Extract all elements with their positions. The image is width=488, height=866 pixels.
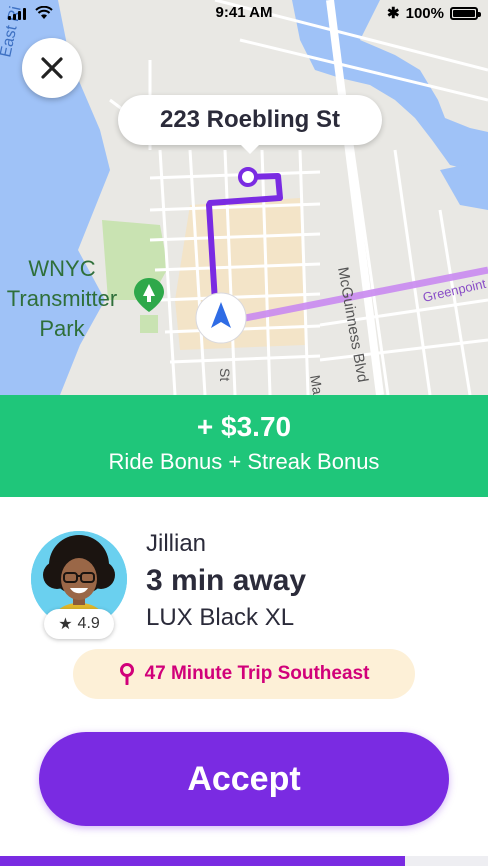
- park-label-line2: Transmitter: [7, 286, 117, 311]
- driver-location-icon: [195, 292, 247, 344]
- destination-marker: [238, 167, 258, 187]
- star-icon: ★: [58, 616, 73, 633]
- bluetooth-icon: ✱: [387, 5, 400, 22]
- rating-badge: ★ 4.9: [44, 609, 114, 639]
- ride-type: LUX Black XL: [146, 604, 295, 631]
- status-bar: 9:41 AM ✱ 100%: [0, 0, 488, 28]
- park-label-line1: WNYC: [28, 256, 95, 281]
- rating-value: 4.9: [77, 615, 100, 632]
- street-label-ma: Ma: [307, 374, 326, 395]
- small-park: [140, 315, 158, 333]
- trip-info-pill: 47 Minute Trip Southeast: [73, 649, 415, 699]
- rider-eta: 3 min away: [146, 564, 307, 597]
- map-pin-icon: [119, 663, 134, 685]
- close-icon: [41, 57, 63, 79]
- bonus-description: Ride Bonus + Streak Bonus: [108, 449, 380, 474]
- bonus-amount: + $3.70: [196, 411, 292, 442]
- battery-icon: [450, 6, 481, 20]
- bonus-banner: + $3.70 Ride Bonus + Streak Bonus: [0, 395, 488, 497]
- street-label-st: St: [217, 368, 233, 381]
- destination-callout: 223 Roebling St: [118, 95, 382, 154]
- park-label-line3: Park: [39, 316, 85, 341]
- accept-button[interactable]: Accept: [39, 732, 449, 826]
- close-button[interactable]: [22, 38, 82, 98]
- trip-info-label: 47 Minute Trip Southeast: [144, 663, 370, 684]
- status-right: ✱ 100%: [387, 4, 481, 22]
- rider-name: Jillian: [146, 530, 207, 557]
- battery-percent: 100%: [405, 4, 444, 22]
- battery-level: [453, 9, 475, 17]
- request-timer-fill: [0, 856, 406, 866]
- request-timer-progress: [0, 856, 488, 866]
